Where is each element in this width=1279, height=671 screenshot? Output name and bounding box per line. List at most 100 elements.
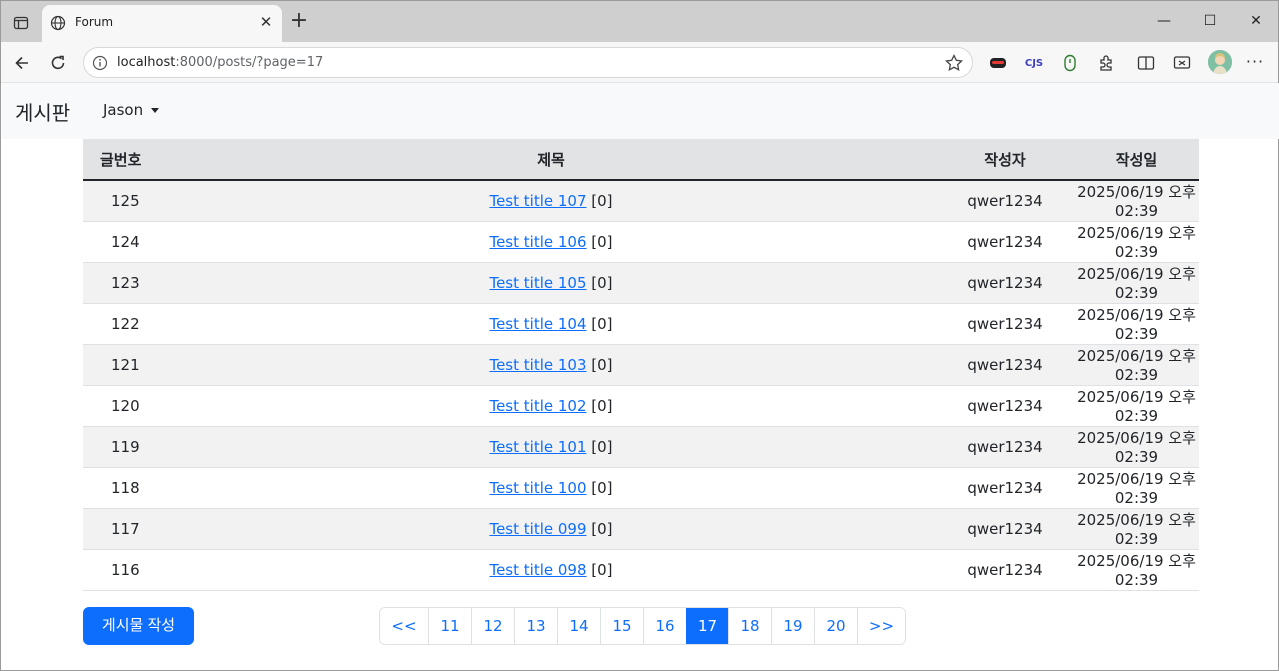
header-date: 작성일 (1074, 139, 1199, 181)
post-title-link[interactable]: Test title 100 (489, 479, 586, 497)
post-title-link[interactable]: Test title 098 (489, 561, 586, 579)
comment-count: [0] (591, 478, 613, 497)
post-author: qwer1234 (936, 549, 1074, 591)
close-icon[interactable]: ✕ (1241, 9, 1271, 33)
page-next-link[interactable]: >> (857, 608, 905, 644)
table-row: 119 Test title 101 [0] qwer1234 2025/06/19 … (83, 426, 1199, 468)
table-row: 122 Test title 104 [0] qwer1234 2025/06/19 … (83, 303, 1199, 345)
more-menu-icon[interactable]: ··· (1244, 52, 1266, 74)
back-icon[interactable] (9, 50, 35, 76)
address-bar[interactable]: localhost:8000/posts/?page=17 (83, 47, 973, 78)
profile-avatar[interactable] (1208, 50, 1232, 74)
post-title-link[interactable]: Test title 103 (489, 356, 586, 374)
tab-close-icon[interactable]: ✕ (258, 14, 274, 30)
cjs-extension-icon[interactable]: CJS (1023, 52, 1045, 74)
post-date: 2025/06/19 오후 02:39 (1074, 385, 1199, 427)
post-author: qwer1234 (936, 221, 1074, 263)
page-link[interactable]: 19 (771, 608, 814, 644)
post-title-link[interactable]: Test title 106 (489, 233, 586, 251)
post-author: qwer1234 (936, 344, 1074, 386)
brand-link[interactable]: 게시판 (15, 97, 70, 126)
post-date: 2025/06/19 오후 02:39 (1074, 426, 1199, 468)
header-number: 글번호 (83, 139, 166, 181)
post-title-link[interactable]: Test title 101 (489, 438, 586, 456)
url-text: localhost:8000/posts/?page=17 (117, 55, 324, 70)
wallet-extension-icon[interactable] (1059, 52, 1081, 74)
post-title-cell: Test title 098 [0] (166, 549, 936, 591)
page-link[interactable]: 20 (814, 608, 857, 644)
page-link[interactable]: 13 (514, 608, 557, 644)
post-author: qwer1234 (936, 180, 1074, 222)
browser-toolbar: localhost:8000/posts/?page=17 CJS ··· (1, 42, 1278, 83)
post-date: 2025/06/19 오후 02:39 (1074, 180, 1199, 222)
table-row: 117 Test title 099 [0] qwer1234 2025/06/19 … (83, 508, 1199, 550)
site-info-icon[interactable] (92, 55, 108, 71)
post-title-cell: Test title 101 [0] (166, 426, 936, 468)
post-date: 2025/06/19 오후 02:39 (1074, 508, 1199, 550)
post-date: 2025/06/19 오후 02:39 (1074, 303, 1199, 345)
site-navbar: 게시판 Jason (2, 83, 1279, 139)
post-title-cell: Test title 106 [0] (166, 221, 936, 263)
extensions-puzzle-icon[interactable] (1095, 52, 1117, 74)
post-number: 117 (83, 508, 166, 550)
user-name: Jason (103, 101, 144, 119)
table-row: 121 Test title 103 [0] qwer1234 2025/06/19 … (83, 344, 1199, 386)
screenshot-icon[interactable] (1171, 52, 1193, 74)
comment-count: [0] (591, 396, 613, 415)
table-row: 124 Test title 106 [0] qwer1234 2025/06/19 … (83, 221, 1199, 263)
table-header-row: 글번호 제목 작성자 작성일 (83, 139, 1199, 181)
post-title-link[interactable]: Test title 104 (489, 315, 586, 333)
minimize-icon[interactable]: — (1149, 9, 1179, 33)
comment-count: [0] (591, 560, 613, 579)
tab-actions-icon[interactable] (9, 11, 33, 35)
page-prev-link[interactable]: << (380, 608, 428, 644)
post-title-cell: Test title 103 [0] (166, 344, 936, 386)
globe-icon (50, 15, 66, 31)
post-title-cell: Test title 107 [0] (166, 180, 936, 222)
post-title-link[interactable]: Test title 107 (489, 192, 586, 210)
post-number: 122 (83, 303, 166, 345)
page-link[interactable]: 14 (557, 608, 600, 644)
page-link[interactable]: 15 (600, 608, 643, 644)
post-author: qwer1234 (936, 467, 1074, 509)
comment-count: [0] (591, 519, 613, 538)
header-author: 작성자 (936, 139, 1074, 181)
post-number: 125 (83, 180, 166, 222)
page-link[interactable]: 11 (428, 608, 471, 644)
post-date: 2025/06/19 오후 02:39 (1074, 344, 1199, 386)
post-title-cell: Test title 100 [0] (166, 467, 936, 509)
header-title: 제목 (166, 139, 936, 181)
page-link[interactable]: 12 (471, 608, 514, 644)
page-link[interactable]: 18 (728, 608, 771, 644)
comment-count: [0] (591, 232, 613, 251)
pagination: << 11 12 13 14 15 16 17 18 19 20 >> (379, 607, 906, 645)
browser-window: Forum ✕ + — ☐ ✕ localhost:8000/posts/?pa… (0, 0, 1279, 671)
page-link[interactable]: 17 (686, 608, 728, 644)
browser-tab[interactable]: Forum ✕ (42, 5, 282, 42)
split-screen-icon[interactable] (1135, 52, 1157, 74)
post-number: 119 (83, 426, 166, 468)
post-date: 2025/06/19 오후 02:39 (1074, 549, 1199, 591)
post-title-link[interactable]: Test title 105 (489, 274, 586, 292)
refresh-icon[interactable] (45, 50, 71, 76)
tab-title: Forum (75, 15, 114, 29)
post-title-cell: Test title 099 [0] (166, 508, 936, 550)
favorite-star-icon[interactable] (944, 53, 964, 73)
comment-count: [0] (591, 355, 613, 374)
post-author: qwer1234 (936, 303, 1074, 345)
post-author: qwer1234 (936, 426, 1074, 468)
posts-table: 글번호 제목 작성자 작성일 125 Test title 107 [0] qwer… (83, 139, 1199, 591)
user-dropdown[interactable]: Jason (103, 101, 160, 119)
table-row: 120 Test title 102 [0] qwer1234 2025/06/19 … (83, 385, 1199, 427)
post-title-link[interactable]: Test title 099 (489, 520, 586, 538)
write-post-button[interactable]: 게시물 작성 (83, 607, 194, 645)
maximize-icon[interactable]: ☐ (1195, 9, 1225, 33)
ninja-extension-icon[interactable] (987, 52, 1009, 74)
comment-count: [0] (591, 314, 613, 333)
table-row: 116 Test title 098 [0] qwer1234 2025/06/19 … (83, 549, 1199, 591)
table-row: 118 Test title 100 [0] qwer1234 2025/06/19 … (83, 467, 1199, 509)
new-tab-icon[interactable]: + (288, 10, 310, 32)
post-title-link[interactable]: Test title 102 (489, 397, 586, 415)
page-link[interactable]: 16 (643, 608, 686, 644)
post-number: 116 (83, 549, 166, 591)
